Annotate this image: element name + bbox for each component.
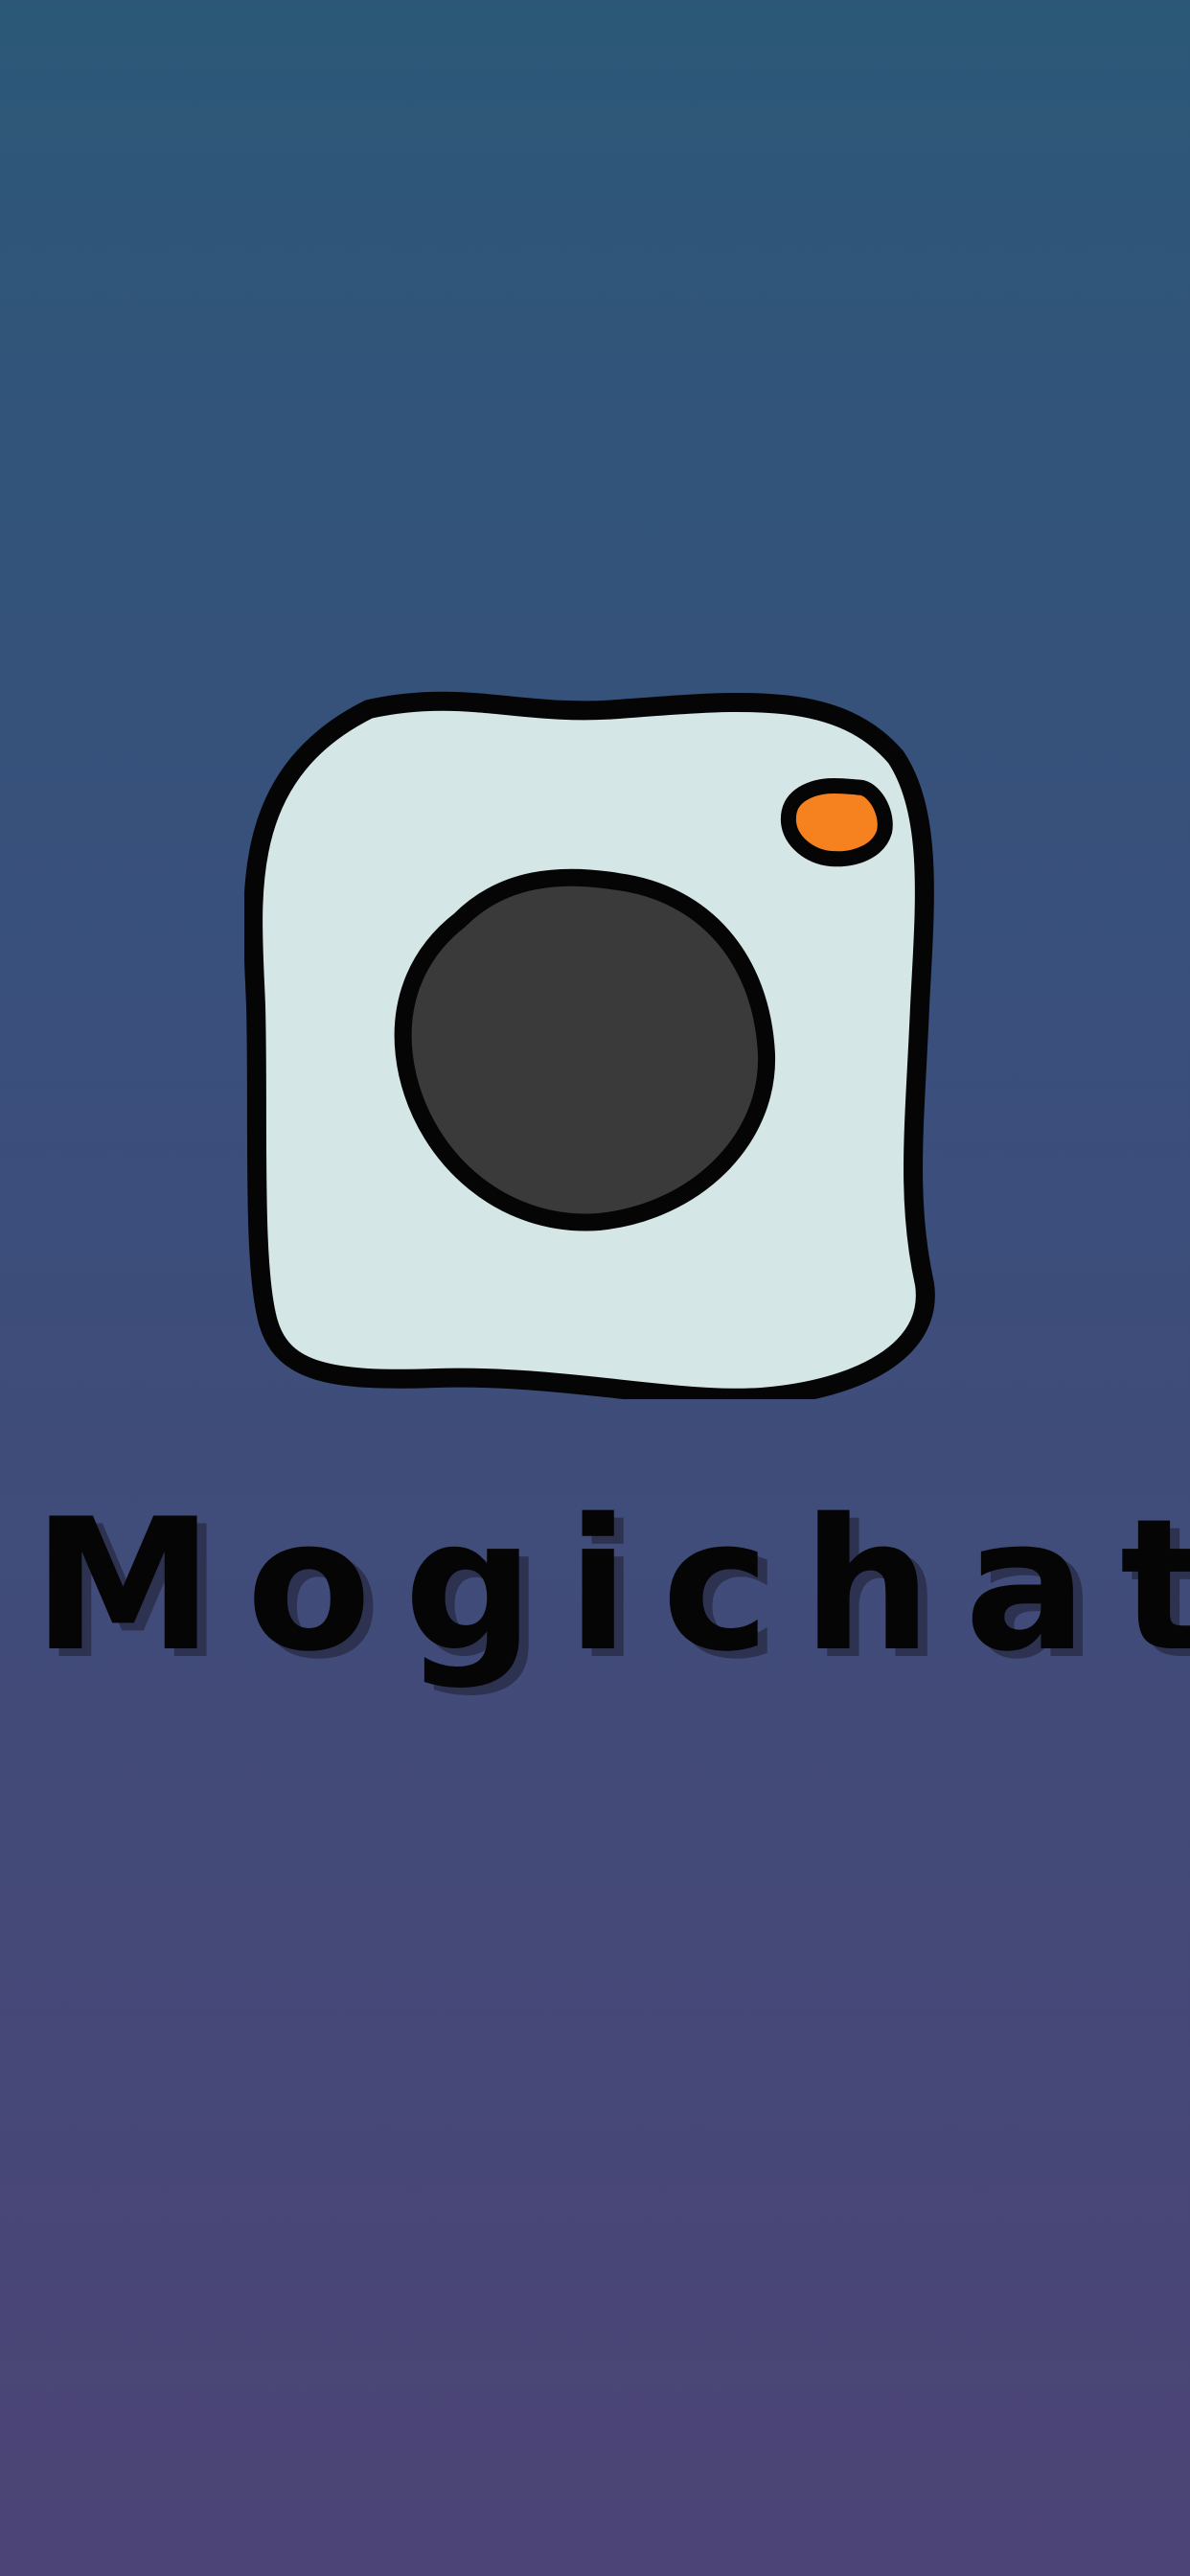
app-logo xyxy=(244,690,953,1399)
camera-lens-icon xyxy=(394,868,776,1231)
camera-icon xyxy=(244,691,935,1399)
camera-flash-icon xyxy=(780,777,893,867)
app-name-title: Mogichat xyxy=(33,1480,1190,1691)
splash-screen: Mogichat xyxy=(0,0,1190,2576)
